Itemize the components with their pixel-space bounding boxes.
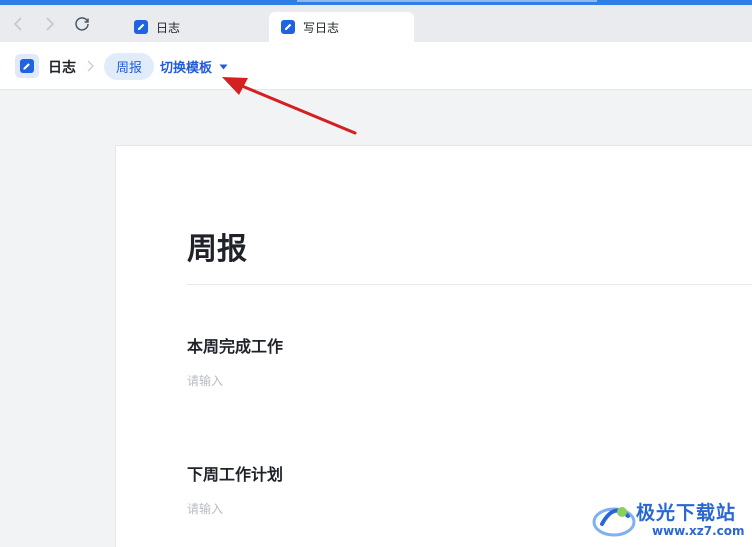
tab-bar: 日志 写日志: [0, 5, 752, 42]
switch-template-dropdown[interactable]: 切换模板: [160, 57, 228, 76]
back-button[interactable]: [8, 14, 28, 34]
switch-template-label: 切换模板: [160, 61, 213, 76]
chevron-left-icon: [13, 17, 22, 31]
document-editor: 周报 本周完成工作 下周工作计划: [115, 145, 752, 547]
address-bar-edge: [297, 0, 597, 2]
journal-app-icon: [134, 20, 148, 34]
tab-label: 日志: [156, 20, 181, 35]
journal-logo-icon[interactable]: [15, 54, 39, 78]
page-header: 日志 周报 切换模板: [0, 42, 752, 90]
watermark-url: www.xz7.com: [652, 524, 745, 538]
next-week-input[interactable]: [187, 502, 487, 516]
journal-app-icon: [281, 20, 295, 34]
tab-write-journal[interactable]: 写日志: [269, 12, 414, 42]
breadcrumb-separator-icon: [87, 60, 94, 72]
breadcrumb-app-name[interactable]: 日志: [48, 57, 76, 77]
chevron-right-icon: [46, 17, 55, 31]
current-template-label: 周报: [115, 61, 142, 76]
refresh-button[interactable]: [72, 14, 92, 34]
caret-down-icon: [219, 64, 228, 69]
forward-button[interactable]: [40, 14, 60, 34]
this-week-input[interactable]: [187, 374, 487, 388]
section-heading-this-week: 本周完成工作: [187, 337, 284, 356]
refresh-icon: [75, 17, 89, 31]
section-heading-next-week: 下周工作计划: [187, 465, 284, 484]
current-template-pill[interactable]: 周报: [104, 53, 154, 80]
document-title[interactable]: 周报: [187, 224, 247, 268]
tab-label: 写日志: [303, 20, 340, 35]
title-divider: [187, 284, 752, 285]
tab-journal[interactable]: 日志: [122, 12, 268, 42]
watermark-brand: 极光下载站: [636, 502, 737, 524]
